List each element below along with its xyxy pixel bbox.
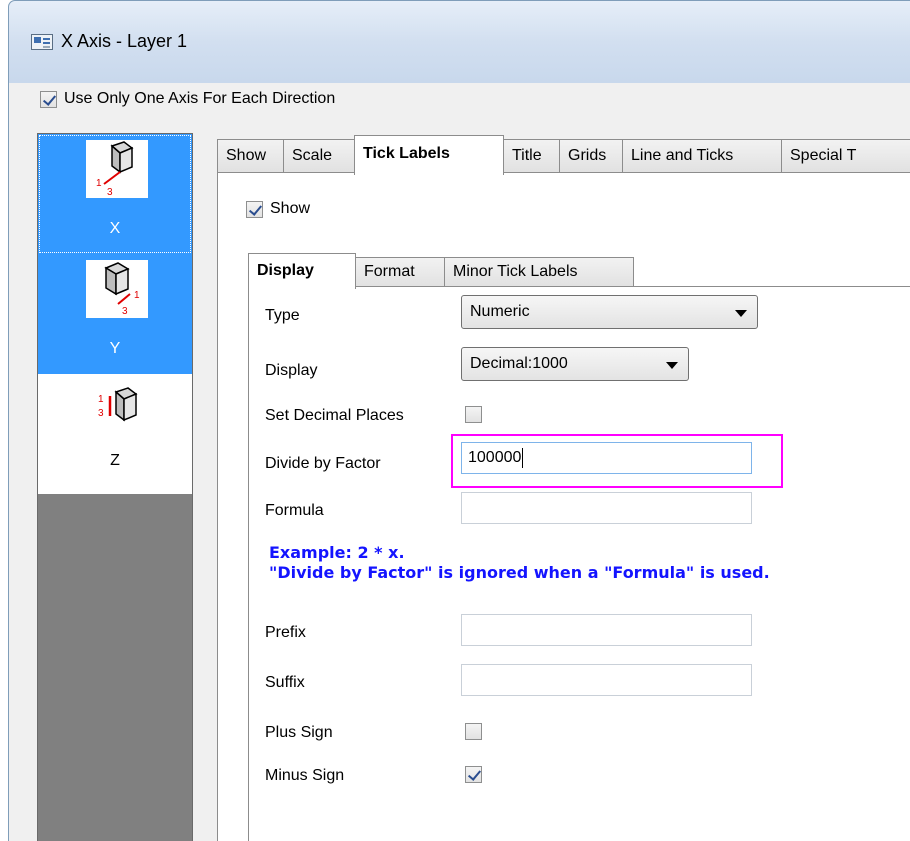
decimal-places-checkbox[interactable] bbox=[465, 406, 482, 423]
window-icon bbox=[31, 34, 53, 50]
show-checkbox-row[interactable]: Show bbox=[246, 200, 310, 219]
minus-sign-label: Minus Sign bbox=[265, 767, 345, 784]
show-checkbox[interactable] bbox=[246, 201, 263, 219]
axis-item-x[interactable]: 1 3 X bbox=[38, 134, 192, 254]
decimal-places-label: Set Decimal Places bbox=[265, 407, 404, 424]
x-axis-cube-icon: 1 3 bbox=[86, 140, 148, 198]
display-dropdown-value: Decimal:1000 bbox=[470, 355, 568, 372]
y-axis-cube-icon: 1 3 bbox=[86, 260, 148, 318]
plus-sign-checkbox[interactable] bbox=[465, 723, 482, 740]
suffix-label: Suffix bbox=[265, 674, 305, 691]
tab-grids[interactable]: Grids bbox=[559, 139, 623, 173]
type-label: Type bbox=[265, 307, 300, 324]
display-label: Display bbox=[265, 362, 318, 379]
svg-text:3: 3 bbox=[122, 306, 128, 317]
divide-factor-label: Divide by Factor bbox=[265, 455, 381, 472]
z-axis-cube-icon: 1 3 bbox=[86, 386, 148, 436]
tab-tick-labels[interactable]: Tick Labels bbox=[354, 135, 504, 175]
divide-factor-input[interactable]: 100000 bbox=[461, 442, 752, 474]
dialog-body: Use Only One Axis For Each Direction 1 3… bbox=[9, 83, 910, 841]
minus-sign-checkbox[interactable] bbox=[465, 766, 482, 783]
tab-line-and-ticks[interactable]: Line and Ticks bbox=[622, 139, 782, 173]
subtab-minor-tick-labels[interactable]: Minor Tick Labels bbox=[444, 257, 634, 287]
title-bar[interactable]: X Axis - Layer 1 bbox=[9, 1, 910, 83]
tab-special-ticks[interactable]: Special T bbox=[781, 139, 910, 173]
svg-text:1: 1 bbox=[96, 178, 102, 189]
subtab-display[interactable]: Display bbox=[248, 253, 356, 289]
formula-input[interactable] bbox=[461, 492, 752, 524]
display-dropdown[interactable]: Decimal:1000 bbox=[461, 347, 689, 381]
tab-title[interactable]: Title bbox=[503, 139, 560, 173]
window-title: X Axis - Layer 1 bbox=[61, 31, 188, 51]
svg-text:3: 3 bbox=[98, 408, 104, 419]
example-note: Example: 2 * x. "Divide by Factor" is ig… bbox=[269, 543, 770, 583]
display-panel: Type Numeric Display Decimal:1000 Set De… bbox=[248, 286, 910, 841]
text-caret bbox=[522, 447, 524, 468]
chevron-down-icon bbox=[666, 362, 678, 369]
axis-name-x: X bbox=[109, 220, 121, 237]
svg-text:1: 1 bbox=[98, 394, 104, 405]
prefix-label: Prefix bbox=[265, 624, 306, 641]
one-axis-checkbox-label[interactable]: Use Only One Axis For Each Direction bbox=[64, 90, 335, 108]
divide-factor-value: 100000 bbox=[468, 449, 522, 466]
axis-dialog: X Axis - Layer 1 Use Only One Axis For E… bbox=[8, 0, 910, 841]
type-dropdown[interactable]: Numeric bbox=[461, 295, 758, 329]
svg-text:1: 1 bbox=[134, 290, 140, 301]
prefix-input[interactable] bbox=[461, 614, 752, 646]
show-checkbox-label[interactable]: Show bbox=[270, 200, 310, 218]
axis-item-z[interactable]: 1 3 Z bbox=[38, 374, 192, 494]
example-line-1: Example: 2 * x. bbox=[269, 543, 405, 562]
axis-name-z: Z bbox=[110, 452, 120, 469]
suffix-input[interactable] bbox=[461, 664, 752, 696]
tab-show[interactable]: Show bbox=[217, 139, 284, 173]
tick-labels-panel: Show Display Format Minor Tick Labels Ty… bbox=[217, 172, 910, 841]
plus-sign-label: Plus Sign bbox=[265, 724, 333, 741]
chevron-down-icon bbox=[735, 310, 747, 317]
axis-list: 1 3 X 1 3 Y 1 3 Z bbox=[37, 133, 193, 841]
tab-scale[interactable]: Scale bbox=[283, 139, 355, 173]
type-dropdown-value: Numeric bbox=[470, 303, 530, 320]
one-axis-checkbox[interactable] bbox=[40, 91, 57, 109]
one-axis-checkbox-row[interactable]: Use Only One Axis For Each Direction bbox=[40, 90, 335, 109]
formula-label: Formula bbox=[265, 502, 324, 519]
svg-text:3: 3 bbox=[107, 187, 113, 198]
axis-item-y[interactable]: 1 3 Y bbox=[38, 254, 192, 374]
example-line-2: "Divide by Factor" is ignored when a "Fo… bbox=[269, 563, 770, 582]
subtab-format[interactable]: Format bbox=[355, 257, 445, 287]
axis-name-y: Y bbox=[109, 340, 121, 357]
